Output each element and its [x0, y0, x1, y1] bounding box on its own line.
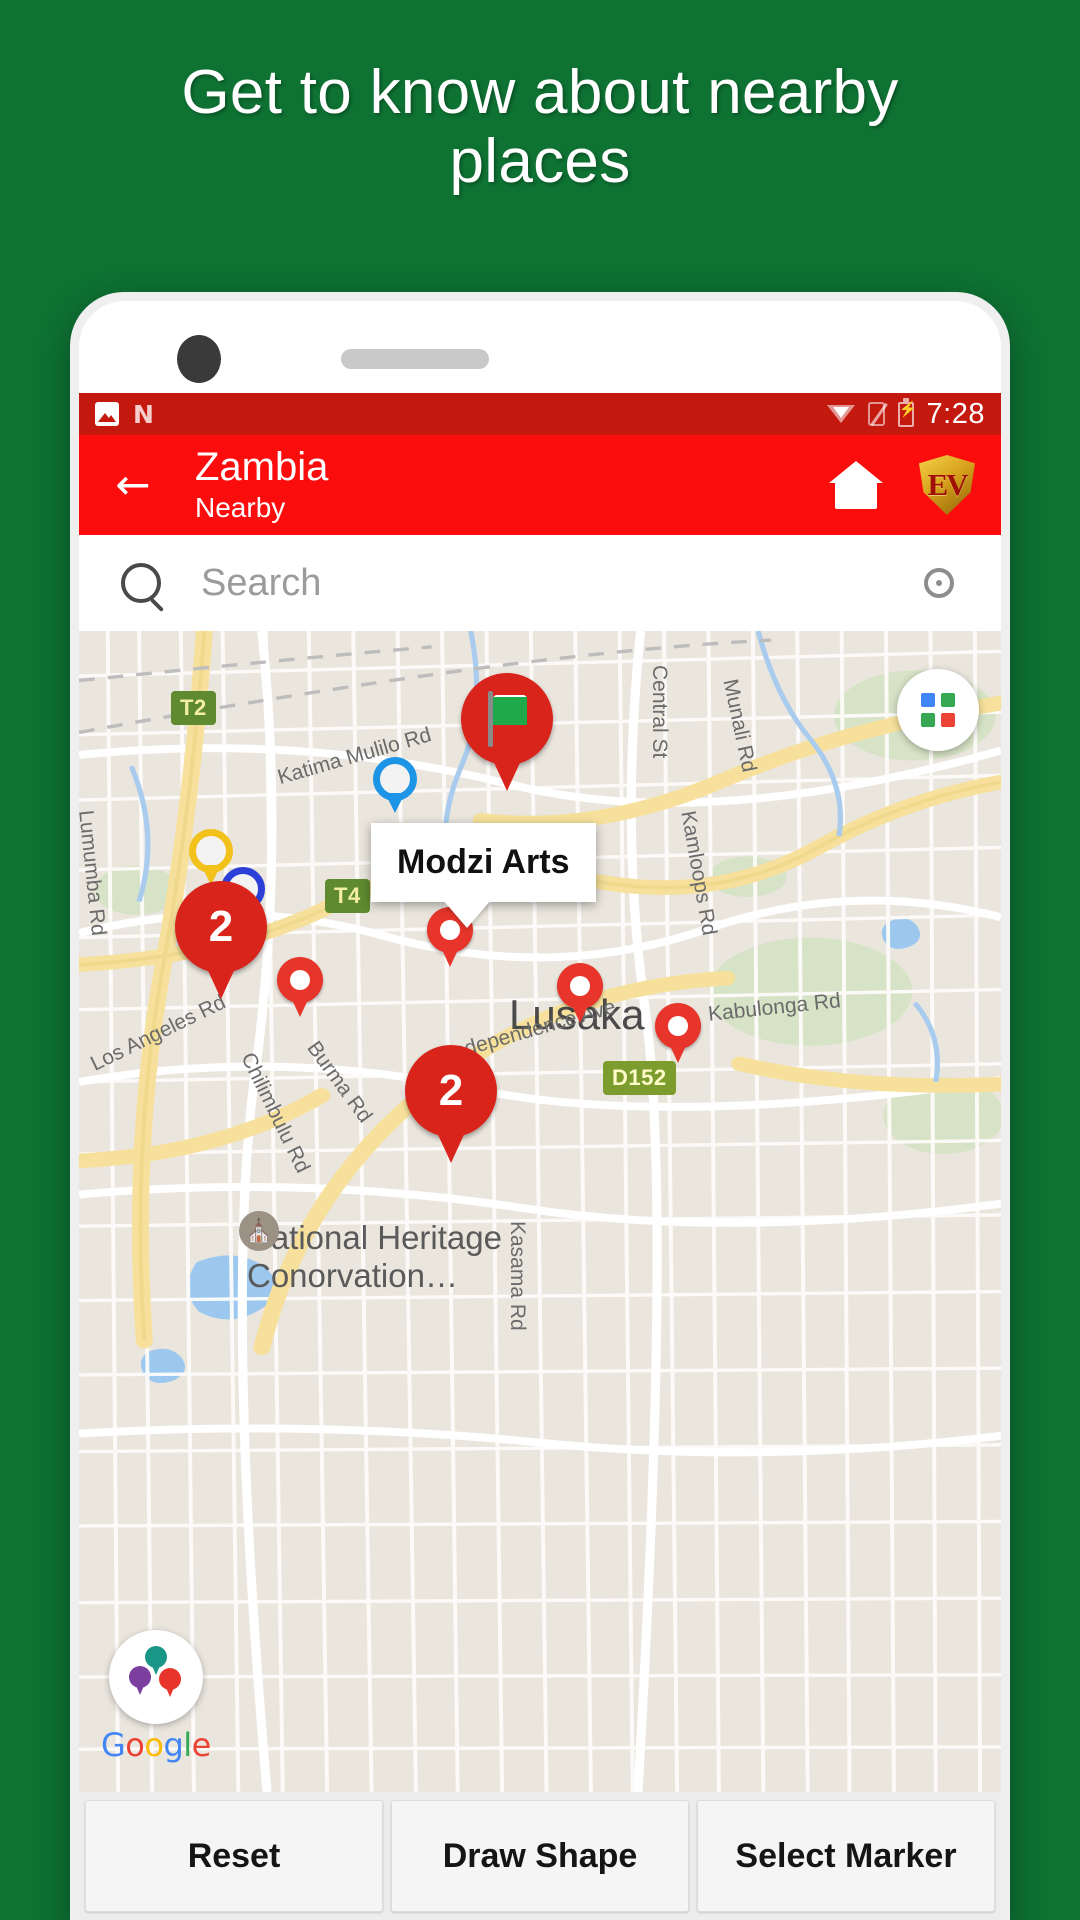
photo-icon: [95, 402, 119, 426]
info-window-title: Modzi Arts: [397, 843, 570, 881]
map-marker-blue-circle[interactable]: [373, 757, 417, 813]
map-marker-cluster-left[interactable]: 2: [175, 881, 267, 999]
road-shield-t2: T2: [171, 691, 216, 725]
cluster-count-label: 2: [208, 902, 234, 951]
app-bar-actions: EV: [829, 455, 975, 515]
phone-mockup: N 7:28 ← Zambia Nearby EV: [70, 292, 1010, 1920]
museum-poi-icon[interactable]: ⛪: [239, 1211, 279, 1251]
bottom-button-bar: Reset Draw Shape Select Marker: [79, 1792, 1001, 1920]
phone-screen: N 7:28 ← Zambia Nearby EV: [79, 301, 1001, 1920]
brand-logo[interactable]: EV: [919, 455, 975, 515]
map-canvas[interactable]: Lusaka National Heritage Conorvation… Ce…: [79, 631, 1001, 1792]
map-place-label-heritage: National Heritage Conorvation…: [247, 1219, 502, 1294]
phone-bezel-top: [79, 301, 1001, 393]
wifi-icon: [826, 405, 855, 423]
nougat-n-icon: N: [133, 399, 154, 429]
select-marker-button[interactable]: Select Marker: [697, 1800, 995, 1912]
no-sim-icon: [867, 402, 885, 426]
road-shield-t4: T4: [325, 879, 370, 913]
cluster-count-label: 2: [438, 1066, 464, 1115]
search-bar[interactable]: Search: [79, 535, 1001, 631]
status-bar-clock: 7:28: [926, 397, 985, 430]
battery-charging-icon: [897, 397, 917, 427]
reset-button[interactable]: Reset: [85, 1800, 383, 1912]
road-shield-d152: D152: [603, 1061, 676, 1095]
status-bar-right-icons: 7:28: [826, 397, 985, 431]
search-input[interactable]: Search: [201, 562, 321, 605]
map-marker-heritage[interactable]: [277, 957, 323, 1019]
status-bar-left-icons: N: [95, 402, 154, 427]
flag-icon: [488, 691, 528, 747]
search-icon: [121, 563, 161, 603]
promo-headline: Get to know about nearby places: [181, 58, 899, 197]
google-attribution: Google: [101, 1630, 211, 1764]
back-button[interactable]: ←: [105, 457, 161, 513]
status-bar: N 7:28: [79, 393, 1001, 435]
brand-logo-label: EV: [927, 467, 968, 502]
draw-shape-button[interactable]: Draw Shape: [391, 1800, 689, 1912]
front-camera-icon: [177, 335, 221, 383]
app-bar: ← Zambia Nearby EV: [79, 435, 1001, 535]
map-marker-east-1[interactable]: [557, 963, 603, 1025]
page-title: Zambia: [195, 445, 329, 489]
map-marker-selected-flag[interactable]: [461, 673, 553, 791]
map-vector-layer: [79, 631, 1001, 1792]
map-info-window[interactable]: Modzi Arts: [371, 823, 596, 902]
map-type-grid-icon[interactable]: [897, 669, 979, 751]
google-maps-pins-icon: [108, 1630, 203, 1724]
app-bar-titles: Zambia Nearby: [195, 446, 328, 524]
google-wordmark: Google: [101, 1726, 211, 1764]
map-marker-cluster-bottom[interactable]: 2: [405, 1045, 497, 1163]
my-location-icon[interactable]: [903, 547, 975, 619]
earpiece-speaker: [341, 349, 489, 369]
map-marker-east-2[interactable]: [655, 1003, 701, 1065]
page-subtitle: Nearby: [195, 492, 286, 523]
home-icon[interactable]: [829, 461, 883, 509]
